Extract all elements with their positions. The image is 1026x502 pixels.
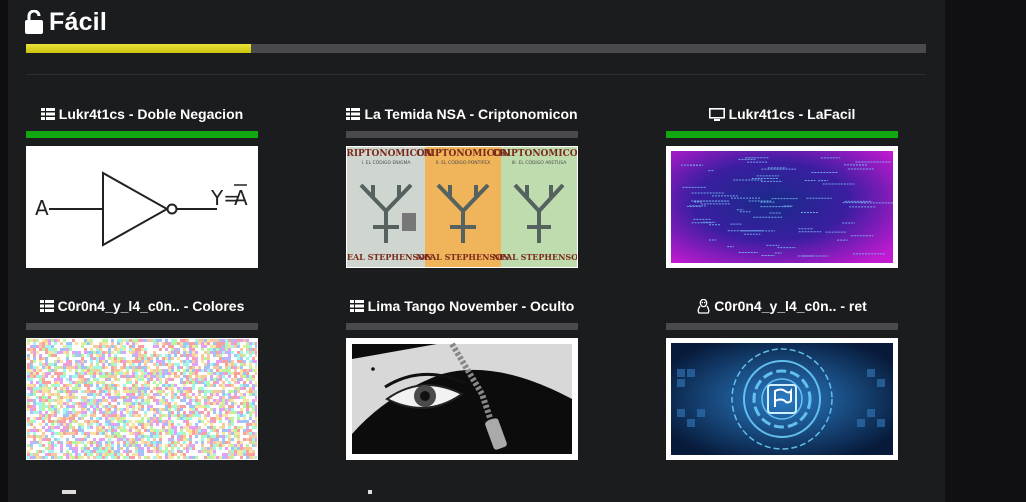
grid-icon xyxy=(346,108,361,120)
card-label: Lukr4t1cs - Doble Negacion xyxy=(58,106,244,122)
book-subtitle: III. EL CÓDIGO ARETUSA xyxy=(512,159,568,166)
card-title[interactable]: Lukr4t1cs - Doble Negacion xyxy=(26,104,258,124)
card-title[interactable]: La Temida NSA - Criptonomicon xyxy=(346,104,578,124)
challenge-card[interactable]: La Temida NSA - Criptonomicon CRIPTONOMI… xyxy=(346,104,578,268)
card-title[interactable]: Lukr4t1cs - LaFacil xyxy=(666,104,898,124)
card-label: Lima Tango November - Oculto xyxy=(367,298,575,314)
card-label: Lukr4t1cs - LaFacil xyxy=(728,106,856,122)
divider xyxy=(26,74,926,75)
card-title[interactable]: C0r0n4_y_l4_c0n.. - ret xyxy=(666,296,898,316)
difficulty-progress-bar xyxy=(26,44,926,53)
unlock-icon xyxy=(25,10,43,34)
card-status-bar xyxy=(346,323,578,330)
monitor-icon xyxy=(708,107,725,121)
right-sidebar xyxy=(945,0,1026,502)
gate-output-complement: A xyxy=(234,186,248,210)
challenge-card[interactable]: C0r0n4_y_l4_c0n.. - ret xyxy=(666,296,898,460)
book-covers-thumbnail[interactable]: CRIPTONOMICON CRIPTONOMICON CRIPTONOMICO… xyxy=(346,146,578,268)
grid-icon xyxy=(39,300,54,312)
section-title: Fácil xyxy=(49,7,107,36)
card-status-bar xyxy=(26,323,258,330)
challenge-card[interactable]: Lukr4t1cs - Doble Negacion A Y= A xyxy=(26,104,258,268)
not-gate-thumbnail[interactable]: A Y= A xyxy=(26,146,258,268)
card-label: La Temida NSA - Criptonomicon xyxy=(364,106,578,122)
card-title[interactable]: C0r0n4_y_l4_c0n.. - Colores xyxy=(26,296,258,316)
card-status-bar xyxy=(666,323,898,330)
linux-icon xyxy=(697,298,710,314)
section-header: Fácil xyxy=(25,6,107,38)
digital-flag-thumbnail[interactable] xyxy=(666,338,898,460)
grid-icon xyxy=(349,300,364,312)
card-title[interactable]: Lima Tango November - Oculto xyxy=(346,296,578,316)
book-subtitle: I. EL CÓDIGO ENIGMA xyxy=(362,159,412,166)
book-subtitle: II. EL CÓDIGO PONTIFEX xyxy=(436,159,490,166)
card-status-bar xyxy=(26,131,258,138)
challenge-card[interactable]: Lukr4t1cs - LaFacil xyxy=(666,104,898,268)
challenge-card[interactable]: C0r0n4_y_l4_c0n.. - Colores xyxy=(26,296,258,460)
card-label: C0r0n4_y_l4_c0n.. - Colores xyxy=(57,298,245,314)
next-row-peek xyxy=(368,490,372,494)
card-label: C0r0n4_y_l4_c0n.. - ret xyxy=(714,298,867,314)
color-noise-thumbnail[interactable] xyxy=(26,338,258,460)
book-title: CRIPTONOMICON xyxy=(492,149,577,159)
next-row-peek xyxy=(62,490,76,494)
grid-icon xyxy=(40,108,55,120)
card-status-bar xyxy=(346,131,578,138)
progress-fill xyxy=(26,44,251,53)
code-tunnel-thumbnail[interactable] xyxy=(666,146,898,268)
challenge-card[interactable]: Lima Tango November - Oculto xyxy=(346,296,578,460)
gate-input-label: A xyxy=(35,196,49,220)
card-status-bar xyxy=(666,131,898,138)
book-author: NEAL STEPHENSON xyxy=(493,252,577,262)
zipper-eye-thumbnail[interactable] xyxy=(346,338,578,460)
